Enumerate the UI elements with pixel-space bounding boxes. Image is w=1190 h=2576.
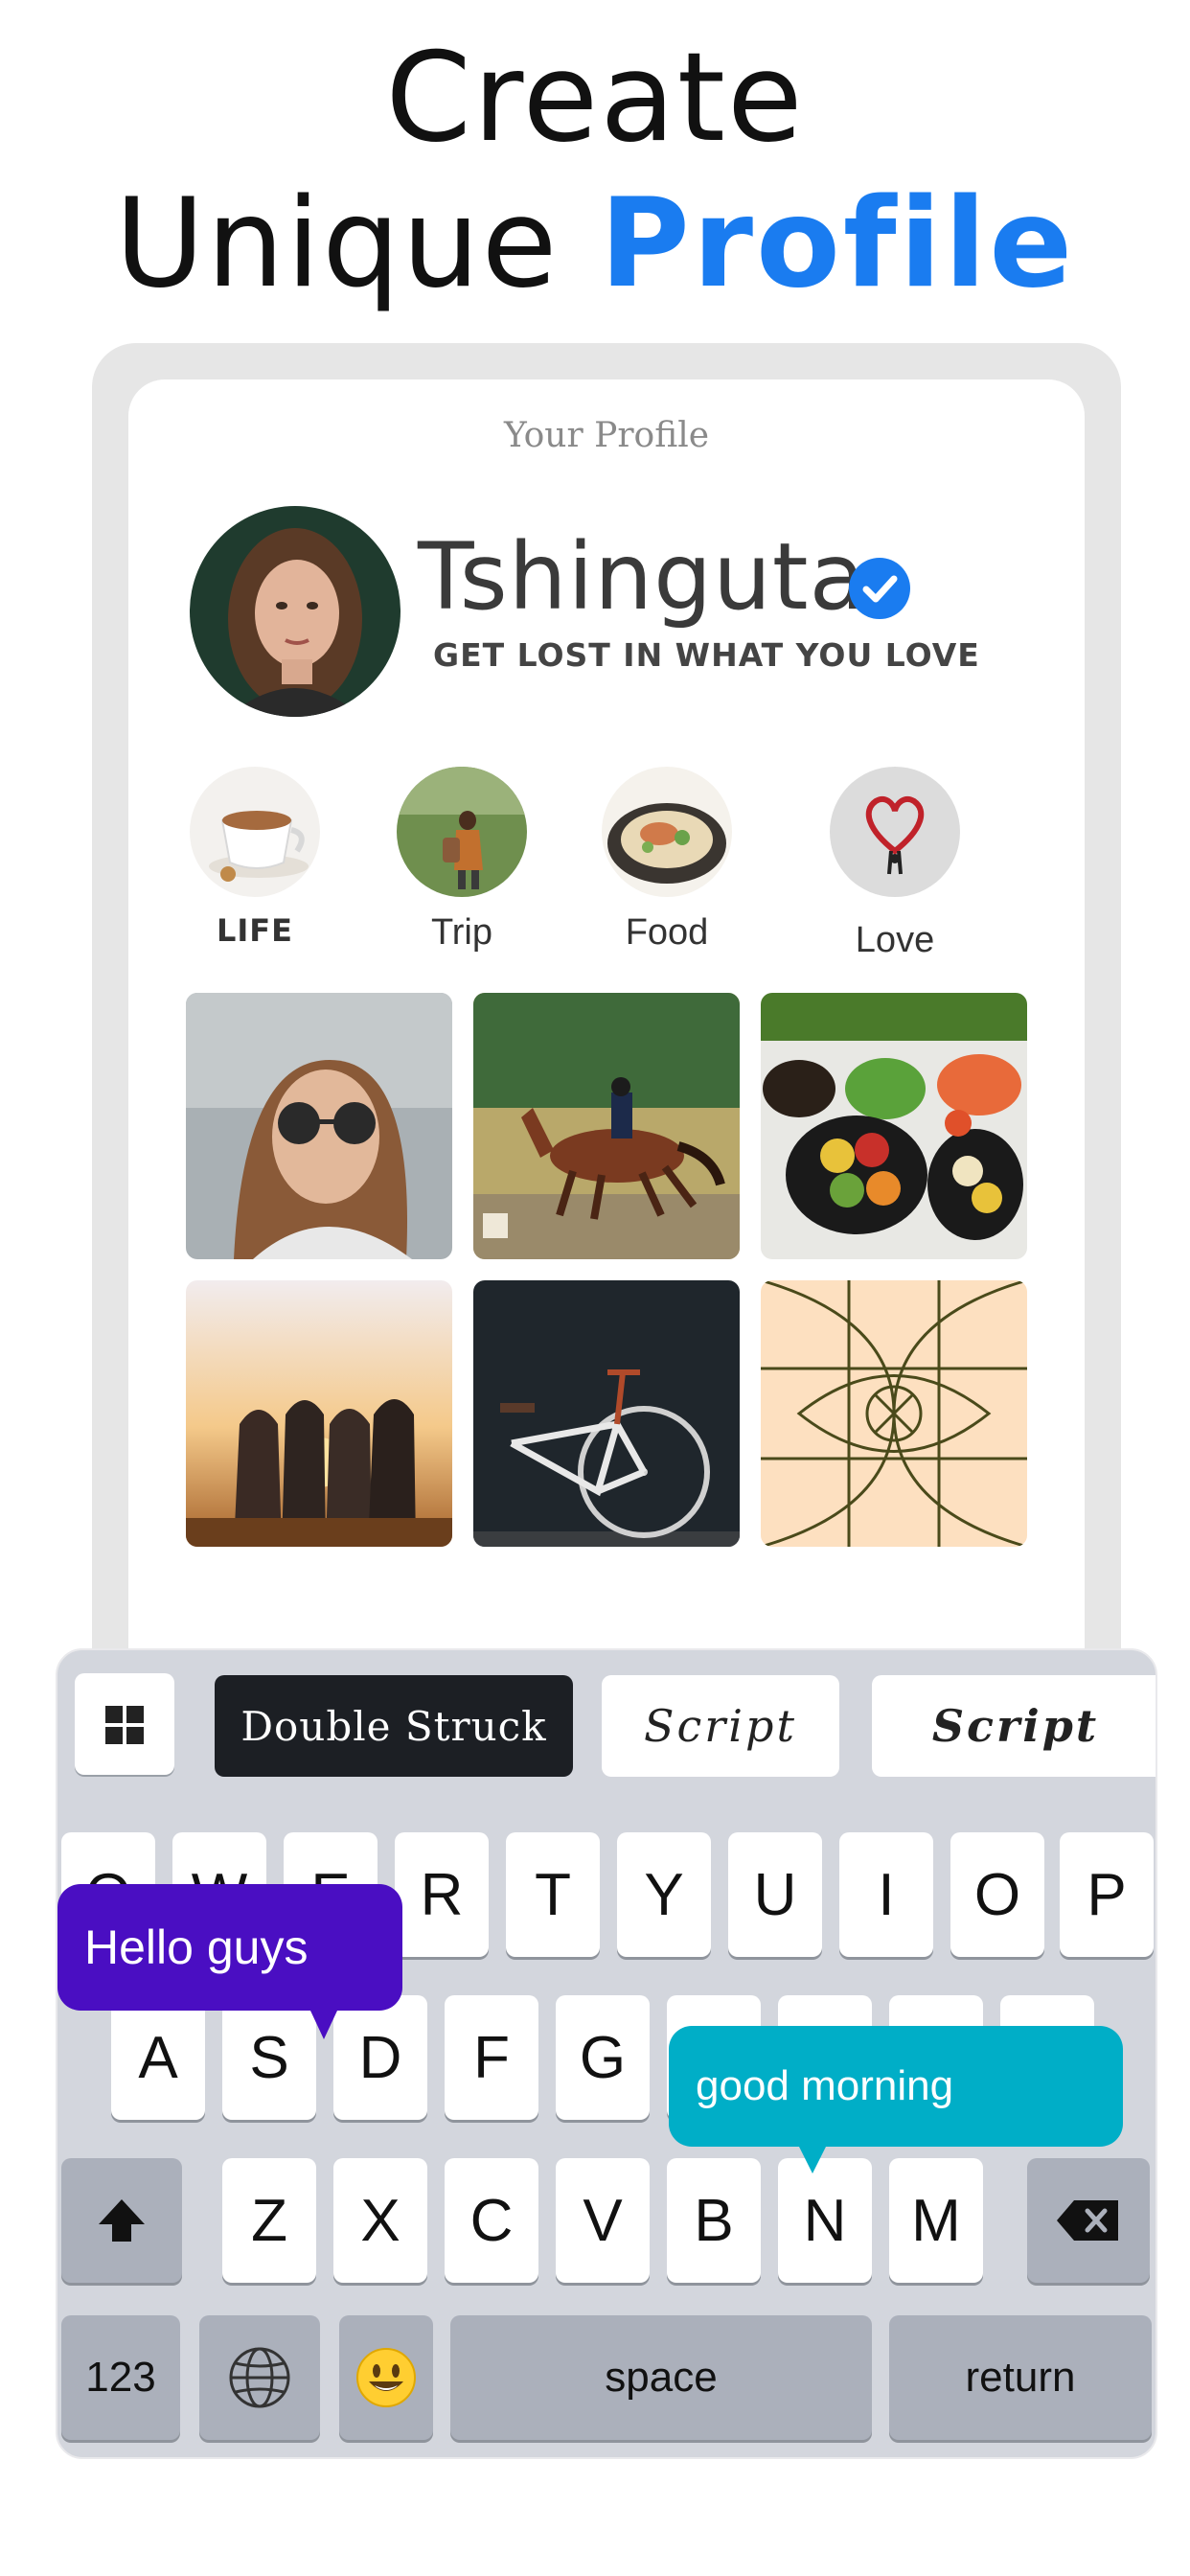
key-m[interactable]: M — [889, 2158, 983, 2283]
headline-line-2: Unique Profile — [0, 172, 1190, 316]
key-x[interactable]: X — [333, 2158, 427, 2283]
grid-photo-salad-bowls[interactable] — [761, 993, 1027, 1259]
key-o[interactable]: O — [950, 1832, 1044, 1957]
key-p[interactable]: P — [1060, 1832, 1154, 1957]
profile-name: Tshinguta — [418, 523, 867, 631]
food-plate-photo — [602, 767, 732, 897]
profile-screen: Your Profile Tshinguta GET LOST IN WHAT … — [128, 380, 1085, 1740]
avatar[interactable] — [190, 506, 400, 717]
highlight-love[interactable]: Love — [830, 767, 960, 960]
profile-bio: GET LOST IN WHAT YOU LOVE — [433, 636, 980, 674]
coffee-cup-icon — [190, 767, 320, 897]
key-d[interactable]: D — [333, 1995, 427, 2120]
grid-photo-horse[interactable] — [473, 993, 740, 1259]
globe-icon[interactable] — [199, 2315, 320, 2440]
section-title: Your Profile — [503, 416, 710, 455]
grid-photo-friends-sunset[interactable] — [186, 1280, 452, 1547]
highlight-label: Trip — [430, 912, 493, 953]
highlight-trip[interactable]: Trip — [397, 767, 527, 953]
grid-icon[interactable] — [75, 1673, 174, 1775]
return-key[interactable]: return — [889, 2315, 1152, 2440]
highlight-label: Love — [855, 920, 935, 960]
space-key[interactable]: space — [450, 2315, 872, 2440]
key-z[interactable]: Z — [222, 2158, 316, 2283]
numbers-key[interactable]: 123 — [61, 2315, 180, 2440]
grid-photo-portrait[interactable] — [186, 993, 452, 1259]
heart-icon — [830, 767, 960, 897]
key-a[interactable]: A — [111, 1995, 205, 2120]
shift-icon[interactable] — [61, 2158, 182, 2283]
highlight-food[interactable]: Food — [602, 767, 732, 953]
font-chip-double-struck[interactable]: Double Struck — [215, 1675, 573, 1777]
grid-photo-bicycle[interactable] — [473, 1280, 740, 1547]
emoji-icon[interactable] — [339, 2315, 433, 2440]
key-b[interactable]: B — [667, 2158, 761, 2283]
highlight-life[interactable]: LIFE — [190, 767, 320, 949]
key-c[interactable]: C — [445, 2158, 538, 2283]
key-r[interactable]: R — [395, 1832, 489, 1957]
highlight-label: Food — [625, 912, 709, 953]
font-chip-script-bold[interactable]: Script — [872, 1675, 1156, 1777]
key-g[interactable]: G — [556, 1995, 650, 2120]
key-f[interactable]: F — [445, 1995, 538, 2120]
backspace-icon[interactable] — [1027, 2158, 1150, 2283]
key-y[interactable]: Y — [617, 1832, 711, 1957]
key-v[interactable]: V — [556, 2158, 650, 2283]
hello-bubble: Hello guys — [57, 1884, 402, 2039]
highlight-label: LIFE — [216, 912, 293, 949]
key-n[interactable]: N — [778, 2158, 872, 2283]
verified-check-icon — [849, 558, 910, 619]
key-i[interactable]: I — [839, 1832, 933, 1957]
font-chip-script[interactable]: Script — [602, 1675, 839, 1777]
good-morning-bubble: good morning — [669, 2026, 1123, 2174]
key-u[interactable]: U — [728, 1832, 822, 1957]
key-t[interactable]: T — [506, 1832, 600, 1957]
headline-accent: Profile — [600, 172, 1076, 315]
headline-prefix: Unique — [114, 172, 560, 315]
grid-photo-pattern[interactable] — [761, 1280, 1027, 1547]
headline-line-1: Create — [385, 27, 805, 170]
keyboard: Double Struck Script Script Q W E R T Y … — [56, 1648, 1157, 2459]
hiker-photo — [397, 767, 527, 897]
key-s[interactable]: S — [222, 1995, 316, 2120]
